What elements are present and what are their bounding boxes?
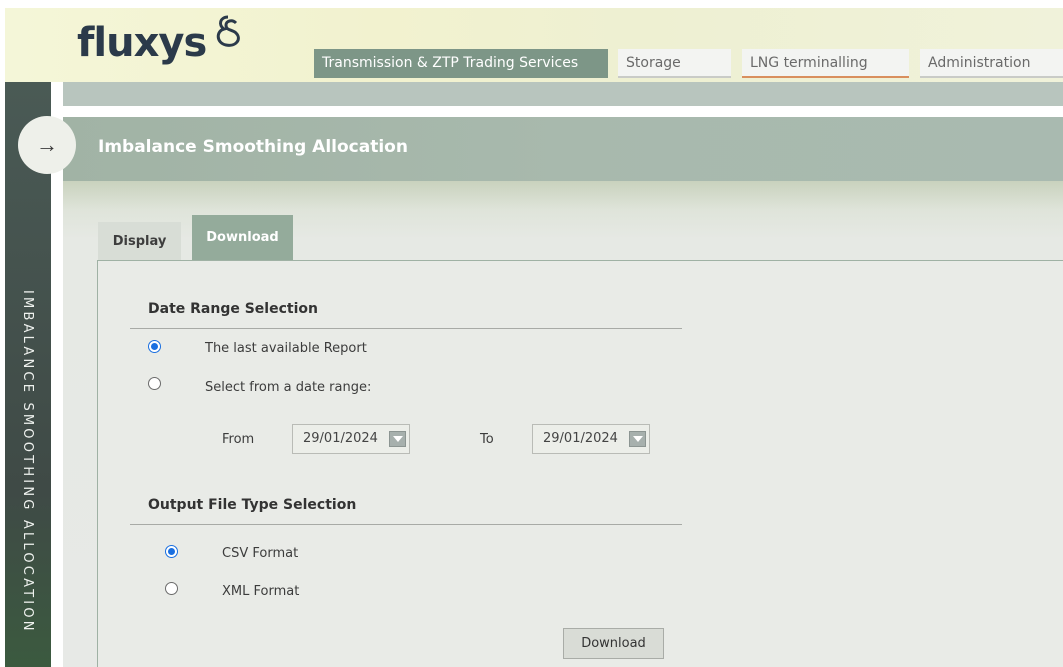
- fluxys-logo[interactable]: fluxys: [77, 18, 207, 68]
- logo-mark-icon: [216, 15, 240, 47]
- date-range-section-title: Date Range Selection: [148, 301, 318, 317]
- to-label: To: [480, 432, 494, 447]
- chevron-down-icon[interactable]: [629, 431, 646, 447]
- nav-tab-lng-terminalling[interactable]: LNG terminalling: [742, 49, 909, 78]
- page-title: Imbalance Smoothing Allocation: [98, 137, 408, 157]
- header-divider-strip: [63, 82, 1063, 106]
- from-date-value: 29/01/2024: [303, 431, 378, 446]
- chevron-down-icon[interactable]: [389, 431, 406, 447]
- side-panel-label: IMBALANCE SMOOTHING ALLOCATION: [20, 290, 35, 634]
- page-banner: Imbalance Smoothing Allocation: [63, 117, 1063, 181]
- download-button[interactable]: Download: [563, 628, 664, 659]
- site-header: fluxys Transmission & ZTP Trading Servic…: [5, 8, 1063, 82]
- from-label: From: [222, 432, 255, 447]
- section-divider: [130, 328, 682, 329]
- arrow-right-icon: →: [36, 132, 58, 157]
- last-report-label: The last available Report: [205, 341, 367, 356]
- csv-format-radio[interactable]: [165, 545, 178, 558]
- nav-tab-transmission[interactable]: Transmission & ZTP Trading Services: [314, 49, 608, 78]
- to-date-field[interactable]: 29/01/2024: [532, 424, 650, 454]
- output-type-section-title: Output File Type Selection: [148, 497, 357, 513]
- tab-display[interactable]: Display: [98, 222, 181, 261]
- download-panel: [97, 260, 1063, 667]
- date-range-radio[interactable]: [148, 377, 161, 390]
- to-date-value: 29/01/2024: [543, 431, 618, 446]
- from-date-field[interactable]: 29/01/2024: [292, 424, 410, 454]
- last-report-radio[interactable]: [148, 340, 161, 353]
- csv-format-label: CSV Format: [222, 546, 299, 561]
- nav-tab-administration[interactable]: Administration: [920, 49, 1063, 78]
- xml-format-radio[interactable]: [165, 582, 178, 595]
- section-divider: [130, 524, 682, 525]
- expand-sidebar-button[interactable]: →: [18, 116, 76, 174]
- date-range-label: Select from a date range:: [205, 380, 372, 395]
- nav-tab-storage[interactable]: Storage: [618, 49, 731, 78]
- xml-format-label: XML Format: [222, 584, 300, 599]
- tab-download[interactable]: Download: [192, 215, 293, 261]
